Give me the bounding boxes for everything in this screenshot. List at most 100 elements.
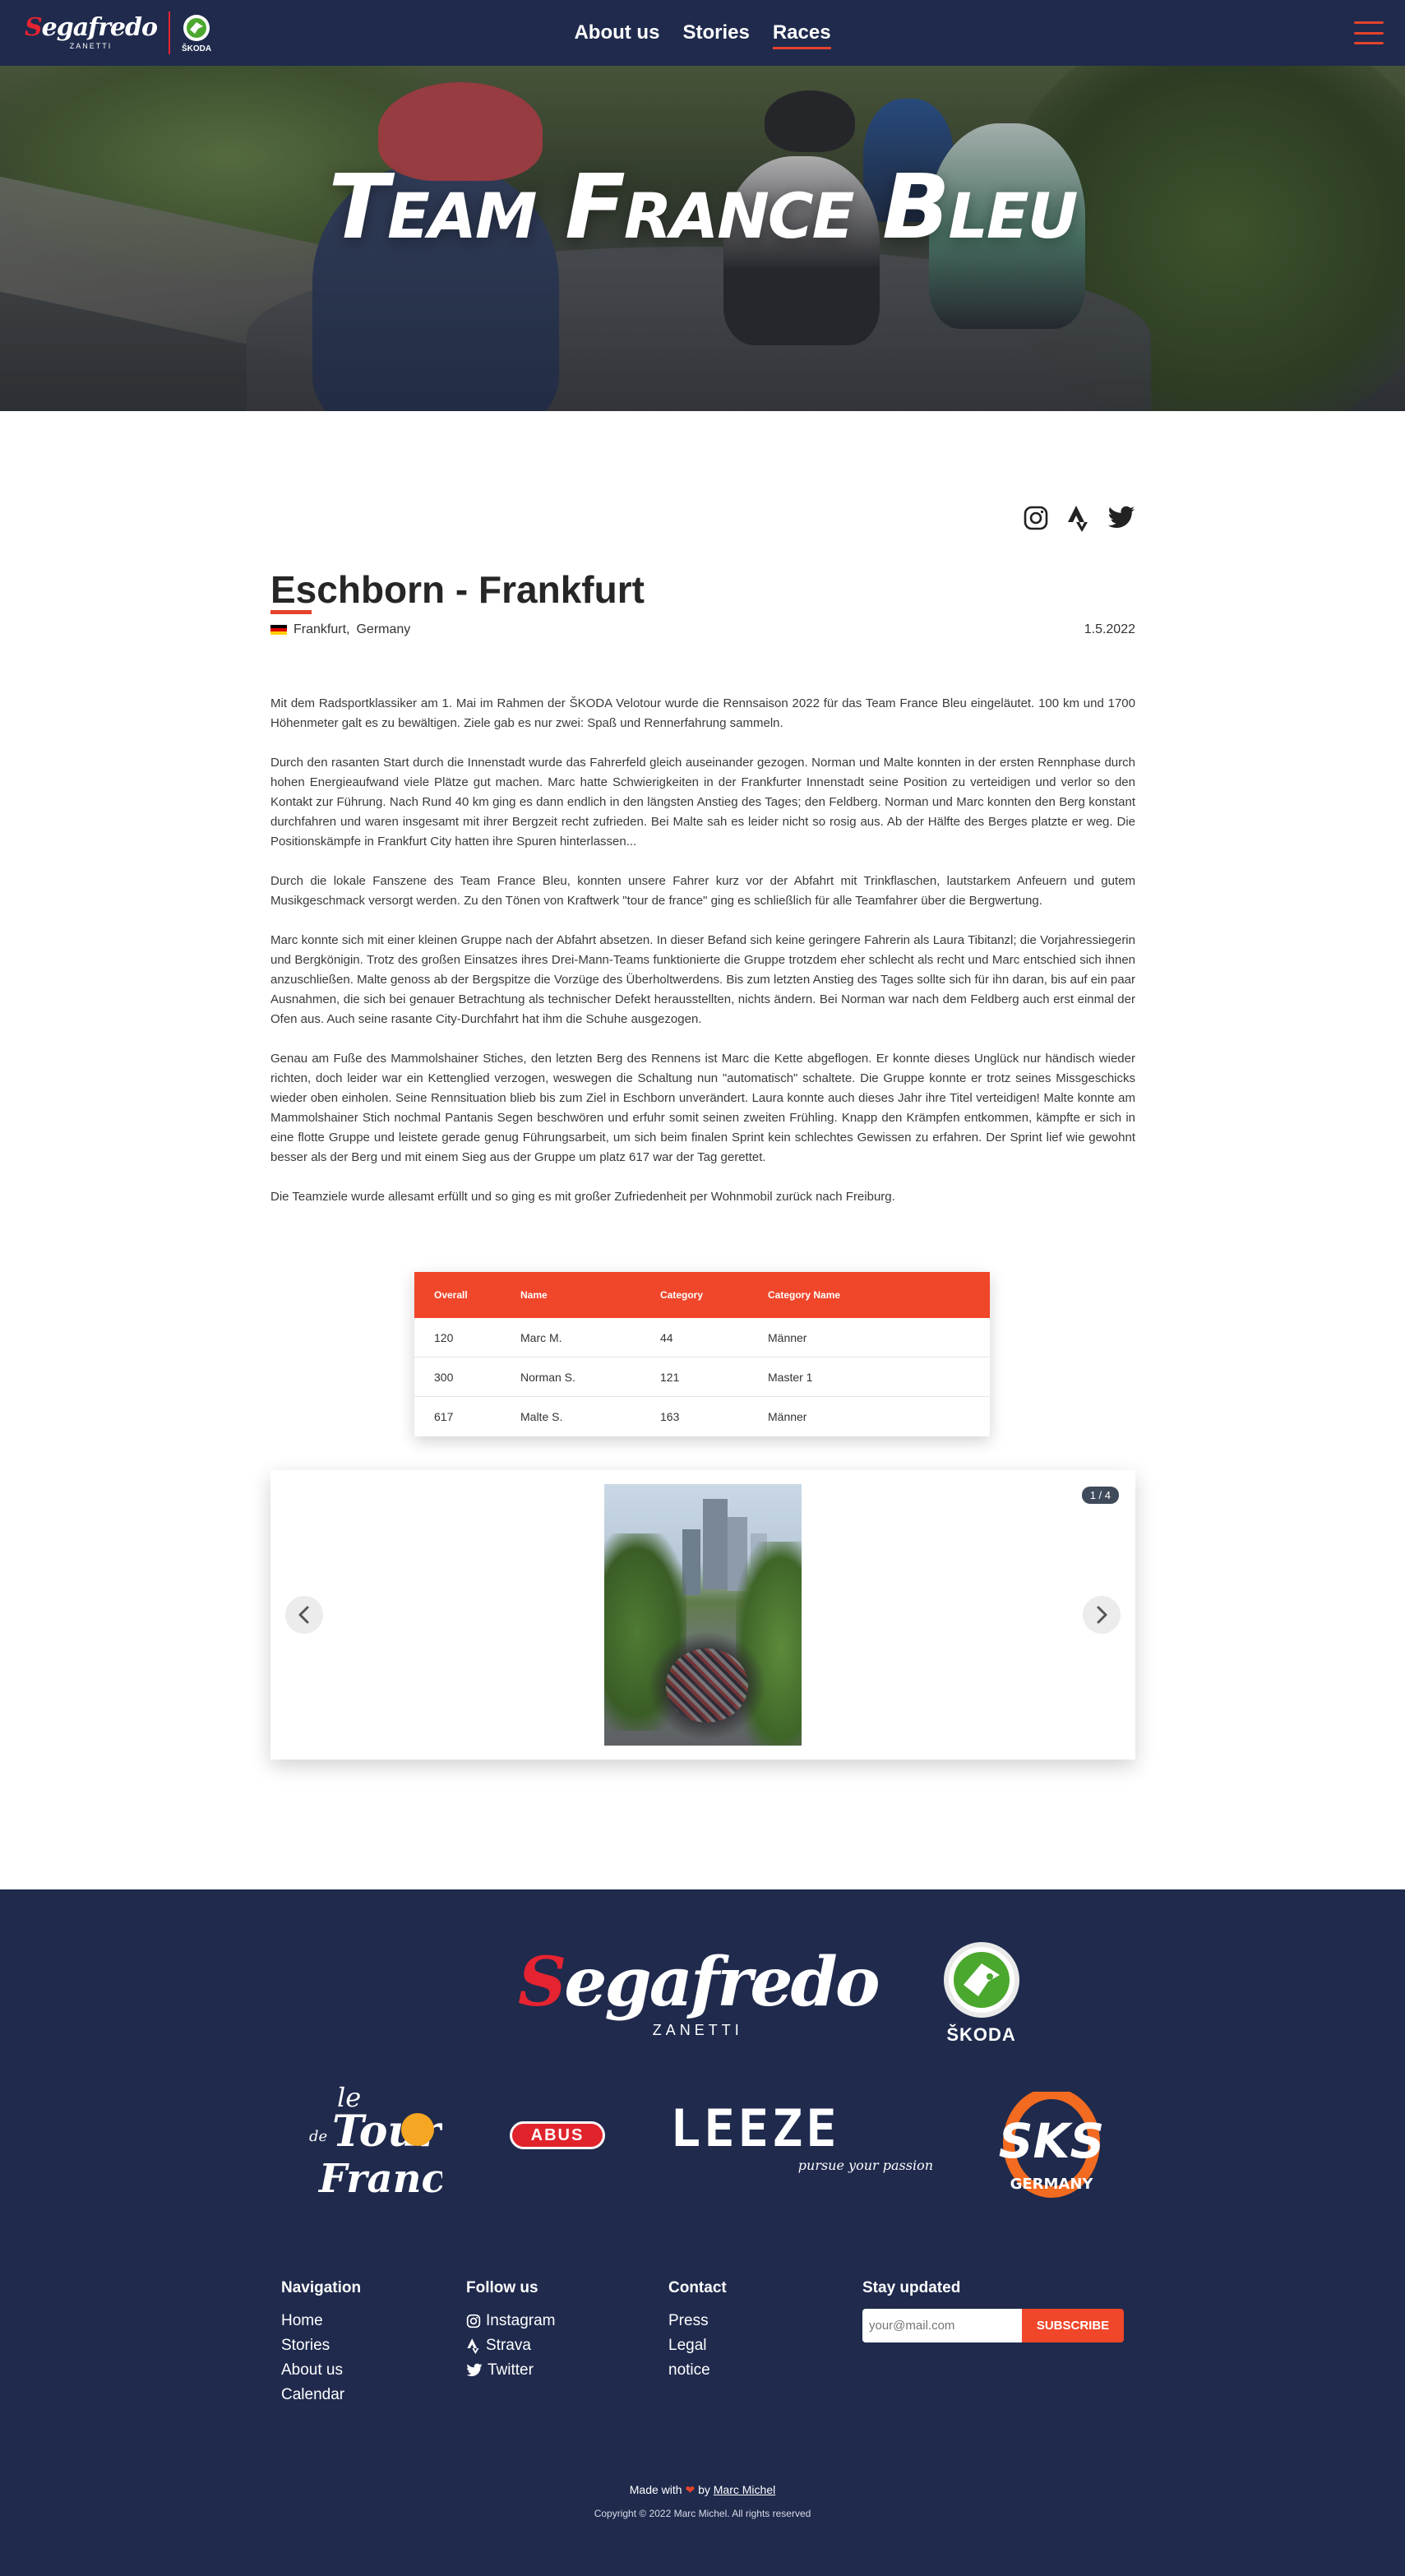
- subscribe-form: SUBSCRIBE: [862, 2309, 1124, 2342]
- tour-de-france-logo[interactable]: le de Tour France: [294, 2079, 470, 2202]
- sks-wordmark: SKS: [999, 2113, 1105, 2169]
- sks-germany-logo[interactable]: SKS GERMANY: [990, 2088, 1113, 2199]
- cell-category: 163: [660, 1410, 680, 1423]
- author-link[interactable]: Marc Michel: [714, 2483, 775, 2496]
- nav-races[interactable]: Races: [772, 21, 831, 49]
- table-header: Overall Name Category Category Name: [414, 1272, 990, 1318]
- cell-category: 44: [660, 1330, 673, 1344]
- abus-logo[interactable]: ABUS: [510, 2121, 605, 2149]
- table-row: 617 Malte S. 163 Männer: [414, 1397, 990, 1436]
- race-location: Frankfurt, Germany: [270, 622, 410, 637]
- instagram-icon[interactable]: [1021, 503, 1051, 533]
- table-row: 300 Norman S. 121 Master 1: [414, 1357, 990, 1397]
- gallery-prev-button[interactable]: [285, 1596, 323, 1634]
- footer-link-label: Twitter: [488, 2361, 534, 2379]
- cell-overall: 120: [434, 1330, 454, 1344]
- article-title: Eschborn - Frankfurt: [270, 568, 645, 611]
- site-footer: Segafredo ZANETTI ŠKODA le de Tour Franc…: [0, 1889, 1405, 2576]
- col-overall: Overall: [434, 1289, 468, 1301]
- germany-flag-icon: [270, 624, 287, 636]
- gallery-next-button[interactable]: [1083, 1596, 1121, 1634]
- footer-heading: Follow us: [466, 2279, 538, 2296]
- cell-category-name: Master 1: [768, 1370, 813, 1384]
- footer-segafredo-logo[interactable]: Segafredo ZANETTI: [518, 1949, 880, 2038]
- article-paragraph: Genau am Fuße des Mammolshainer Stiches,…: [270, 1052, 1135, 1164]
- made-by: by: [698, 2483, 710, 2496]
- strava-icon: [467, 2338, 479, 2354]
- hero-title: Team France Bleu: [328, 156, 1078, 259]
- col-category-name: Category Name: [768, 1289, 841, 1301]
- footer-segafredo-sub: ZANETTI: [652, 2022, 743, 2038]
- footer-newsletter: Stay updated SUBSCRIBE: [862, 2279, 1124, 2342]
- article-body: Mit dem Radsportklassiker am 1. Mai im R…: [270, 694, 1135, 1227]
- table-row: 120 Marc M. 44 Männer: [414, 1318, 990, 1357]
- gallery-counter: 1 / 4: [1081, 1487, 1119, 1504]
- article-paragraph: Durch die lokale Fanszene des Team Franc…: [270, 874, 1135, 908]
- cell-category-name: Männer: [768, 1410, 807, 1423]
- footer-link-press[interactable]: Press: [668, 2309, 727, 2333]
- col-name: Name: [520, 1289, 548, 1301]
- site-header: Segafredo ZANETTI ŠKODA About us Stories…: [0, 0, 1405, 66]
- footer-follow: Follow us Instagram Strava Twitter: [466, 2279, 555, 2383]
- strava-icon[interactable]: [1064, 503, 1093, 533]
- twitter-icon: [466, 2363, 483, 2377]
- newsletter-email-input[interactable]: [862, 2309, 1022, 2342]
- chevron-left-icon: [298, 1606, 309, 1624]
- footer-skoda-wordmark: ŠKODA: [946, 2024, 1016, 2045]
- skoda-emblem-icon: [943, 1942, 1019, 2018]
- footer-link-label: Strava: [486, 2337, 531, 2354]
- twitter-icon[interactable]: [1107, 503, 1136, 533]
- leeze-wordmark: LEEZE: [670, 2098, 840, 2158]
- cell-name: Norman S.: [520, 1370, 575, 1384]
- heart-icon: ❤: [685, 2483, 696, 2496]
- instagram-icon: [466, 2314, 481, 2329]
- article-meta: Frankfurt, Germany 1.5.2022: [270, 622, 1135, 637]
- footer-link-label: Instagram: [486, 2312, 556, 2329]
- main-nav: About us Stories Races: [0, 0, 1405, 66]
- footer-link-legal-notice[interactable]: Legal notice: [668, 2333, 727, 2383]
- menu-icon[interactable]: [1354, 21, 1384, 44]
- footer-heading: Navigation: [281, 2279, 362, 2296]
- nav-stories[interactable]: Stories: [682, 21, 749, 44]
- footer-link-stories[interactable]: Stories: [281, 2333, 361, 2358]
- article-paragraph: Mit dem Radsportklassiker am 1. Mai im R…: [270, 696, 1135, 730]
- svg-text:de: de: [309, 2128, 327, 2145]
- footer-heading: Stay updated: [862, 2279, 961, 2296]
- subscribe-button[interactable]: SUBSCRIBE: [1022, 2309, 1124, 2342]
- footer-link-strava[interactable]: Strava: [466, 2333, 555, 2358]
- made-prefix: Made with: [629, 2483, 682, 2496]
- footer-link-instagram[interactable]: Instagram: [466, 2309, 555, 2333]
- article-paragraph: Die Teamziele wurde allesamt erfüllt und…: [270, 1190, 895, 1204]
- photo-gallery: 1 / 4: [270, 1470, 1135, 1760]
- footer-skoda-logo[interactable]: ŠKODA: [942, 1940, 1021, 2046]
- race-city: Frankfurt,: [293, 622, 350, 636]
- footer-link-twitter[interactable]: Twitter: [466, 2358, 555, 2383]
- footer-link-calendar[interactable]: Calendar: [281, 2383, 361, 2407]
- cell-name: Malte S.: [520, 1410, 563, 1423]
- article-paragraph: Durch den rasanten Start durch die Innen…: [270, 756, 1135, 849]
- footer-contact: Contact Press Legal notice: [668, 2279, 727, 2383]
- article-paragraph: Marc konnte sich mit einer kleinen Grupp…: [270, 933, 1135, 1026]
- cell-overall: 617: [434, 1410, 454, 1423]
- chevron-right-icon: [1097, 1606, 1107, 1624]
- made-with-love: Made with ❤ by Marc Michel: [0, 2483, 1405, 2497]
- main-sponsors: Segafredo ZANETTI ŠKODA: [518, 1940, 1021, 2046]
- sks-sub: GERMANY: [1010, 2176, 1094, 2193]
- cell-name: Marc M.: [520, 1330, 562, 1344]
- hero-banner: Team France Bleu: [0, 66, 1405, 411]
- footer-heading: Contact: [668, 2279, 727, 2296]
- footer-link-home[interactable]: Home: [281, 2309, 361, 2333]
- partner-logos: le de Tour France ABUS LEEZE pursue your…: [0, 2079, 1405, 2202]
- col-category: Category: [660, 1289, 704, 1301]
- leeze-tagline: pursue your passion: [797, 2157, 933, 2173]
- footer-link-about-us[interactable]: About us: [281, 2358, 361, 2383]
- footer-navigation: Navigation Home Stories About us Calenda…: [281, 2279, 361, 2407]
- nav-about-us[interactable]: About us: [574, 21, 659, 44]
- title-underline: [270, 610, 312, 614]
- race-date: 1.5.2022: [1084, 622, 1135, 636]
- gallery-photo[interactable]: [604, 1484, 802, 1746]
- social-links: [1021, 503, 1136, 533]
- cell-overall: 300: [434, 1370, 454, 1384]
- leeze-logo[interactable]: LEEZE pursue your passion: [670, 2098, 933, 2174]
- svg-text:France: France: [317, 2156, 442, 2202]
